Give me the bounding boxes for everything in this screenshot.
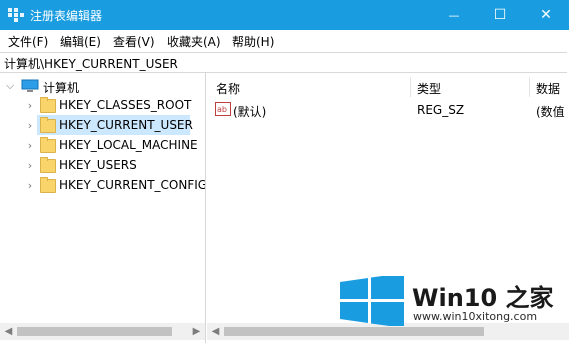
menu-favorites[interactable]: 收藏夹(A)	[167, 33, 221, 50]
tree-label: HKEY_CLASSES_ROOT	[59, 98, 192, 112]
tree-label: HKEY_USERS	[59, 158, 137, 172]
tree-item-hkey-current-user[interactable]: › HKEY_CURRENT_USER	[0, 115, 205, 135]
computer-icon	[21, 79, 39, 92]
chevron-down-icon[interactable]: ⌵	[5, 79, 15, 93]
value-name: (默认)	[233, 105, 267, 119]
minimize-button[interactable]: —	[431, 0, 477, 30]
scroll-left-icon[interactable]: ◀	[0, 323, 17, 340]
menu-bar: 文件(F) 编辑(E) 查看(V) 收藏夹(A) 帮助(H)	[0, 30, 569, 51]
tree-item-hkey-current-config[interactable]: › HKEY_CURRENT_CONFIG	[0, 175, 205, 195]
window-title: 注册表编辑器	[30, 9, 103, 23]
tree-horizontal-scrollbar[interactable]: ◀ ▶	[0, 323, 205, 340]
string-value-icon: ab	[215, 102, 231, 116]
folder-icon	[40, 177, 56, 193]
value-row[interactable]: ab (默认) REG_SZ (数值	[207, 100, 569, 120]
title-bar[interactable]: 注册表编辑器 — ☐ ✕	[0, 0, 569, 30]
value-type: REG_SZ	[417, 103, 465, 117]
maximize-button[interactable]: ☐	[477, 0, 523, 30]
chevron-right-icon[interactable]: ›	[25, 98, 35, 112]
maximize-icon: ☐	[493, 7, 507, 23]
minimize-icon: —	[448, 8, 460, 22]
close-icon: ✕	[540, 7, 552, 23]
tree-label-computer: 计算机	[43, 81, 80, 95]
column-divider[interactable]	[410, 77, 411, 97]
folder-icon	[40, 137, 56, 153]
scrollbar-thumb[interactable]	[224, 327, 484, 336]
column-header-data[interactable]: 数据	[536, 80, 560, 97]
tree-root-computer[interactable]: ⌵ 计算机	[0, 76, 205, 96]
windows-logo-icon	[340, 276, 404, 326]
address-bar[interactable]: 计算机\HKEY_CURRENT_USER	[0, 52, 567, 73]
folder-icon	[40, 157, 56, 173]
folder-icon	[40, 117, 56, 133]
column-divider[interactable]	[529, 77, 530, 97]
watermark-url: www.win10xitong.com	[413, 310, 538, 323]
menu-view[interactable]: 查看(V)	[113, 33, 155, 50]
tree-item-hkey-local-machine[interactable]: › HKEY_LOCAL_MACHINE	[0, 135, 205, 155]
svg-text:ab: ab	[217, 105, 227, 114]
menu-file[interactable]: 文件(F)	[8, 33, 48, 50]
scrollbar-thumb[interactable]	[17, 327, 172, 336]
tree-label: HKEY_LOCAL_MACHINE	[59, 138, 198, 152]
scroll-left-icon[interactable]: ◀	[207, 323, 224, 340]
scroll-right-icon[interactable]: ▶	[188, 323, 205, 340]
value-data: (数值	[536, 105, 565, 119]
chevron-right-icon[interactable]: ›	[25, 178, 35, 192]
tree-label: HKEY_CURRENT_CONFIG	[59, 178, 206, 192]
menu-edit[interactable]: 编辑(E)	[60, 33, 101, 50]
watermark: Win10 之家 www.win10xitong.com	[338, 276, 563, 328]
address-path[interactable]: 计算机\HKEY_CURRENT_USER	[4, 55, 178, 72]
tree-label: HKEY_CURRENT_USER	[59, 118, 193, 132]
chevron-right-icon[interactable]: ›	[25, 138, 35, 152]
watermark-title: Win10 之家	[412, 284, 554, 312]
tree-item-hkey-classes-root[interactable]: › HKEY_CLASSES_ROOT	[0, 95, 205, 115]
column-header-type[interactable]: 类型	[417, 80, 441, 97]
registry-editor-icon	[8, 8, 24, 22]
menu-help[interactable]: 帮助(H)	[232, 33, 274, 50]
close-button[interactable]: ✕	[523, 0, 569, 30]
tree-item-hkey-users[interactable]: › HKEY_USERS	[0, 155, 205, 175]
chevron-right-icon[interactable]: ›	[25, 158, 35, 172]
tree-pane[interactable]: ⌵ 计算机 › HKEY_CLASSES_ROOT › HKEY_CURRENT…	[0, 73, 206, 343]
column-header-name[interactable]: 名称	[216, 80, 240, 97]
folder-icon	[40, 97, 56, 113]
chevron-right-icon[interactable]: ›	[25, 118, 35, 132]
